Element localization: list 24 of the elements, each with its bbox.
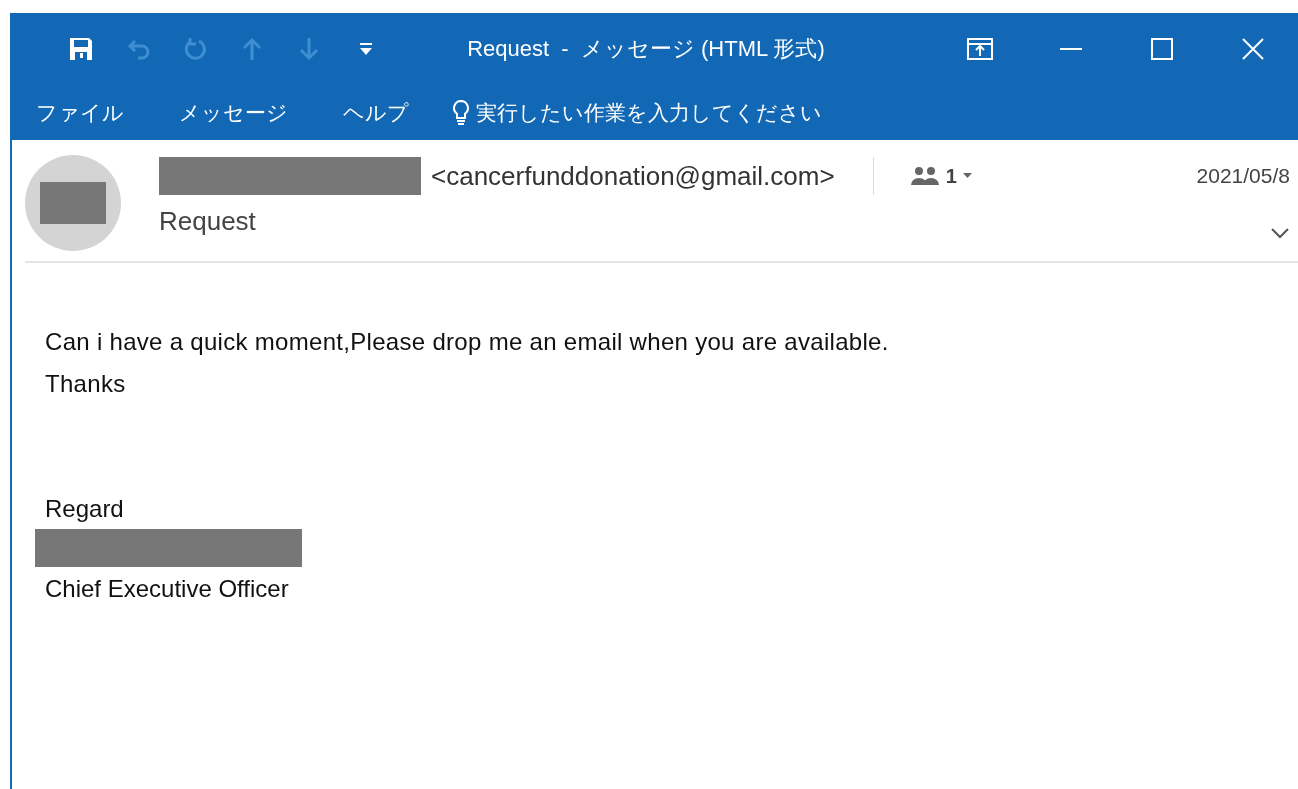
arrow-up-icon [240,36,263,62]
chevron-down-icon[interactable] [1270,227,1290,239]
close-icon [1241,38,1264,60]
window-title: Request - メッセージ (HTML 形式) [467,35,825,63]
minimize-icon [1059,48,1082,50]
people-icon [909,166,940,186]
sender-email: <cancerfunddonation@gmail.com> [431,160,835,192]
message-paragraph: Can i have a quick moment,Please drop me an email when you are available. Thanks [45,327,890,399]
message-subject: Request [159,205,256,237]
menu-tab[interactable]: ファイル [24,92,136,133]
recipients-button[interactable]: 1 [909,164,972,188]
caret-icon [962,173,972,179]
arrow-down-icon [297,36,320,62]
menu-tab[interactable]: メッセージ [167,92,300,133]
sent-date: 2021/05/8 [1196,164,1291,188]
lightbulb-icon [452,98,470,127]
save-icon [67,36,94,62]
tell-me-field[interactable]: 実行したい作業を入力してください [452,98,822,127]
ribbon-display-icon [966,38,993,60]
menu-tab[interactable]: ヘルプ [331,92,421,133]
closing-text: Regard [45,495,124,522]
dropdown-icon [358,42,373,56]
signature-title: Chief Executive Officer [45,575,289,602]
maximize-icon [1150,38,1173,60]
